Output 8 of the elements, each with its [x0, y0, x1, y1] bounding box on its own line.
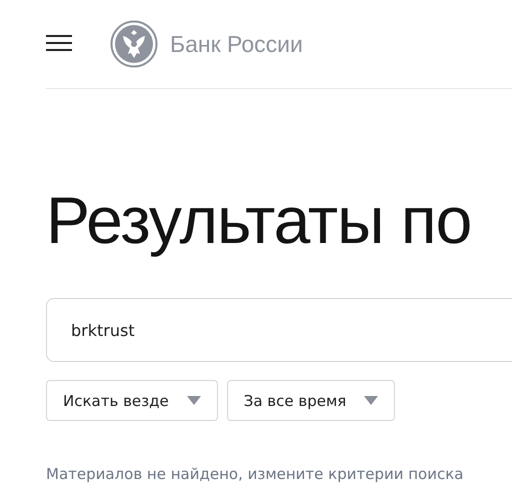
menu-icon[interactable]: [46, 35, 72, 51]
caret-icon: [186, 396, 201, 405]
no-results-message: Материалов не найдено, измените критерии поиска: [46, 465, 464, 483]
filter-dropdown[interactable]: За все время: [226, 380, 396, 421]
page-title: Результаты по: [46, 182, 472, 258]
search-field[interactable]: brktrust: [46, 298, 512, 362]
caret-icon: [364, 396, 378, 405]
filter-dropdown[interactable]: Искать везде: [46, 380, 218, 421]
